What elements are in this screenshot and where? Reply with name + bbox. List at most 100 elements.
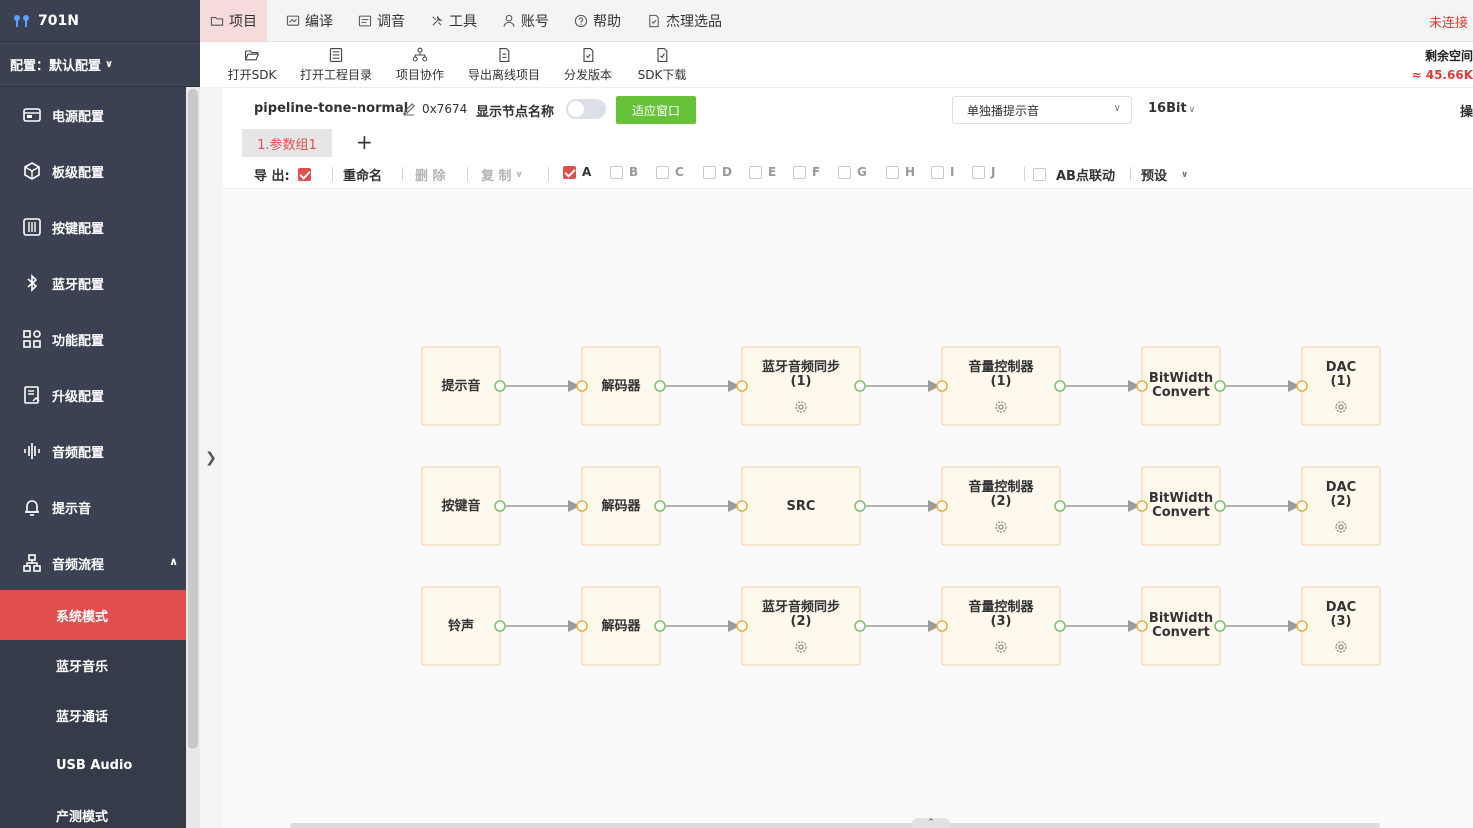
- sidebar-scrollbar[interactable]: [186, 87, 200, 828]
- letter-option-a[interactable]: A: [563, 165, 591, 179]
- output-port[interactable]: [1054, 620, 1066, 632]
- bit-depth-select[interactable]: 16Bit ∨: [1148, 101, 1195, 116]
- top-menu-1[interactable]: 项目: [200, 0, 267, 42]
- toolbar-button-4[interactable]: 导出离线项目: [459, 46, 549, 83]
- input-port[interactable]: [1136, 380, 1148, 392]
- toolbar-button-1[interactable]: 打开SDK: [207, 46, 297, 83]
- toolbar-button-3[interactable]: 项目协作: [375, 46, 465, 83]
- sidebar-subitem-1[interactable]: 系统模式: [0, 590, 186, 640]
- pipeline-node[interactable]: 蓝牙音频同步(1): [736, 346, 866, 426]
- top-menu-7[interactable]: 杰理选品: [647, 0, 722, 42]
- input-port[interactable]: [576, 380, 588, 392]
- add-tab-button[interactable]: +: [356, 131, 373, 153]
- sidebar-item-1[interactable]: 电源配置: [0, 87, 186, 143]
- fit-window-button[interactable]: 适应窗口: [616, 96, 696, 124]
- input-port[interactable]: [1136, 620, 1148, 632]
- ab-link-option[interactable]: AB点联动: [1033, 165, 1115, 184]
- show-node-names-toggle[interactable]: [566, 99, 606, 119]
- input-port[interactable]: [1136, 500, 1148, 512]
- config-select[interactable]: 配置：默认配置 ∨: [0, 43, 200, 87]
- pipeline-node[interactable]: 提示音: [421, 346, 506, 426]
- copy-button[interactable]: 复 制 ∨: [481, 165, 523, 184]
- sidebar-item-5[interactable]: 功能配置: [0, 311, 186, 367]
- pipeline-node[interactable]: BitWidthConvert: [1136, 466, 1226, 546]
- pipeline-canvas[interactable]: 提示音 解码器 蓝牙音频同步 (1) 音量控制器 (1) BitWidth Convert DA…: [222, 190, 1473, 828]
- letter-checkbox[interactable]: [793, 165, 806, 179]
- pipeline-node[interactable]: 按键音: [421, 466, 506, 546]
- delete-button[interactable]: 删 除: [415, 165, 446, 184]
- pipeline-node[interactable]: 音量控制器(1): [936, 346, 1066, 426]
- output-port[interactable]: [494, 380, 506, 392]
- output-port[interactable]: [1054, 500, 1066, 512]
- sidebar-item-4[interactable]: 蓝牙配置: [0, 255, 186, 311]
- letter-option-g[interactable]: G: [838, 165, 867, 179]
- input-port[interactable]: [576, 620, 588, 632]
- output-port[interactable]: [654, 620, 666, 632]
- pipeline-node[interactable]: DAC(2): [1296, 466, 1381, 546]
- top-menu-6[interactable]: 帮助: [574, 0, 621, 42]
- top-menu-5[interactable]: 账号: [502, 0, 549, 42]
- output-port[interactable]: [494, 500, 506, 512]
- sidebar-item-9[interactable]: 音频流程 ∧: [0, 535, 186, 591]
- letter-checkbox[interactable]: [656, 165, 669, 179]
- letter-checkbox[interactable]: [838, 165, 851, 179]
- pipeline-node[interactable]: 音量控制器(3): [936, 586, 1066, 666]
- pipeline-node[interactable]: BitWidthConvert: [1136, 346, 1226, 426]
- letter-option-i[interactable]: I: [931, 165, 954, 179]
- sidebar-subitem-2[interactable]: 蓝牙音乐: [0, 640, 186, 690]
- letter-option-h[interactable]: H: [886, 165, 915, 179]
- output-port[interactable]: [1214, 500, 1226, 512]
- canvas-horizontal-scrollbar[interactable]: [290, 823, 1380, 828]
- output-port[interactable]: [654, 500, 666, 512]
- letter-checkbox[interactable]: [931, 165, 944, 179]
- ab-link-checkbox[interactable]: [1033, 168, 1046, 181]
- sidebar-item-3[interactable]: 按键配置: [0, 199, 186, 255]
- edit-icon[interactable]: [402, 101, 416, 120]
- letter-checkbox[interactable]: [610, 165, 623, 179]
- pipeline-node[interactable]: DAC(3): [1296, 586, 1381, 666]
- sidebar-item-7[interactable]: 音频配置: [0, 423, 186, 479]
- pipeline-node[interactable]: 铃声: [421, 586, 506, 666]
- letter-option-f[interactable]: F: [793, 165, 820, 179]
- top-menu-4[interactable]: 工具: [430, 0, 477, 42]
- output-port[interactable]: [854, 380, 866, 392]
- input-port[interactable]: [936, 380, 948, 392]
- output-port[interactable]: [654, 380, 666, 392]
- pipeline-node[interactable]: 解码器: [576, 346, 666, 426]
- output-port[interactable]: [1214, 380, 1226, 392]
- output-port[interactable]: [1054, 380, 1066, 392]
- letter-checkbox[interactable]: [563, 165, 576, 179]
- letter-option-j[interactable]: J: [972, 165, 995, 179]
- output-port[interactable]: [854, 620, 866, 632]
- letter-option-e[interactable]: E: [749, 165, 776, 179]
- top-menu-3[interactable]: 调音: [358, 0, 405, 42]
- sidebar-subitem-4[interactable]: USB Audio: [0, 740, 186, 790]
- output-port[interactable]: [854, 500, 866, 512]
- clipped-menu-label[interactable]: 操: [1460, 101, 1473, 120]
- sidebar-scrollbar-thumb[interactable]: [188, 89, 198, 749]
- output-port[interactable]: [1214, 620, 1226, 632]
- output-port[interactable]: [494, 620, 506, 632]
- sidebar-item-8[interactable]: 提示音: [0, 479, 186, 535]
- input-port[interactable]: [736, 380, 748, 392]
- letter-checkbox[interactable]: [886, 165, 899, 179]
- input-port[interactable]: [736, 620, 748, 632]
- export-checkbox[interactable]: [297, 168, 311, 181]
- input-port[interactable]: [936, 620, 948, 632]
- input-port[interactable]: [1296, 380, 1308, 392]
- tab-param-group-1[interactable]: 1.参数组1: [242, 129, 332, 157]
- letter-checkbox[interactable]: [703, 165, 716, 179]
- sidebar-item-2[interactable]: 板级配置: [0, 143, 186, 199]
- input-port[interactable]: [576, 500, 588, 512]
- letter-option-c[interactable]: C: [656, 165, 684, 179]
- letter-checkbox[interactable]: [972, 165, 985, 179]
- pipeline-node[interactable]: 音量控制器(2): [936, 466, 1066, 546]
- preset-select[interactable]: 预设 ∨: [1141, 165, 1188, 184]
- sidebar-subitem-3[interactable]: 蓝牙通话: [0, 690, 186, 740]
- toolbar-button-2[interactable]: 打开工程目录: [291, 46, 381, 83]
- toolbar-button-6[interactable]: SDK下载: [617, 46, 707, 83]
- input-port[interactable]: [1296, 620, 1308, 632]
- canvas-scroll-handle[interactable]: ⌃: [912, 818, 950, 828]
- export-option[interactable]: 导 出:: [254, 165, 317, 184]
- letter-option-b[interactable]: B: [610, 165, 638, 179]
